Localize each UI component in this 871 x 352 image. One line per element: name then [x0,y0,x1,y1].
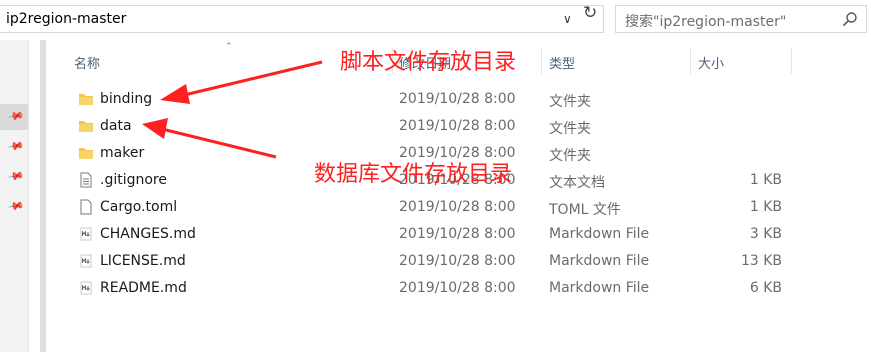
file-type: 文件夹 [549,94,591,110]
file-date: 2019/10/28 8:00 [399,253,516,269]
column-divider[interactable] [791,48,792,74]
annotation-db-dir: 数据库文件存放目录 [314,162,513,187]
pin-icon[interactable]: 📌 [7,197,26,216]
column-header-size[interactable]: 大小 [691,48,791,76]
file-name: binding [100,91,153,107]
nav-scrollbar[interactable] [40,40,46,352]
file-name: .gitignore [100,172,167,188]
search-box[interactable]: 搜索"ip2region-master" [615,5,867,33]
folder-icon [79,121,93,132]
column-header-type-label: 类型 [549,57,576,72]
refresh-icon[interactable]: ↻ [583,3,597,23]
file-name: LICENSE.md [100,253,186,269]
file-name: README.md [100,280,187,296]
file-type: Markdown File [549,253,650,269]
file-size: 13 KB [740,253,782,269]
blank-file-icon [80,199,92,215]
file-name: Cargo.toml [100,199,178,215]
pin-icon[interactable]: 📌 [7,137,26,156]
file-name: data [100,118,132,134]
folder-icon [79,148,93,159]
file-type: Markdown File [549,280,650,296]
file-type: 文本文档 [549,175,605,191]
text-file-icon [80,172,92,188]
file-row[interactable]: data 2019/10/28 8:00 文件夹 [72,113,792,140]
file-type: 文件夹 [549,121,591,137]
column-header-type[interactable]: 类型 [542,48,690,76]
file-row[interactable]: LICENSE.md 2019/10/28 8:00 Markdown File… [72,248,792,275]
search-placeholder: 搜索"ip2region-master" [625,14,787,30]
folder-icon [79,94,93,105]
markdown-file-icon [80,281,92,295]
file-row[interactable]: Cargo.toml 2019/10/28 8:00 TOML 文件 1 KB [72,194,792,221]
column-header-size-label: 大小 [698,57,725,72]
markdown-file-icon [80,227,92,241]
file-size: 1 KB [749,199,782,215]
address-path: ip2region-master [6,11,127,27]
file-date: 2019/10/28 8:00 [399,91,516,107]
markdown-file-icon [80,254,92,268]
file-row[interactable]: binding 2019/10/28 8:00 文件夹 [72,86,792,113]
file-date: 2019/10/28 8:00 [399,280,516,296]
navigation-pane[interactable]: 📌 📌 📌 📌 [0,40,29,352]
file-type: 文件夹 [549,148,591,164]
address-bar[interactable]: ip2region-master ∨ [0,5,604,33]
file-size: 1 KB [749,172,782,188]
column-header-name-label: 名称 [74,57,101,72]
file-name: CHANGES.md [100,226,196,242]
file-date: 2019/10/28 8:00 [399,199,516,215]
file-date: 2019/10/28 8:00 [399,118,516,134]
file-row[interactable]: README.md 2019/10/28 8:00 Markdown File … [72,275,792,302]
file-size: 6 KB [749,280,782,296]
chevron-down-icon[interactable]: ∨ [563,12,572,26]
annotation-script-dir: 脚本文件存放目录 [340,50,517,75]
file-row[interactable]: CHANGES.md 2019/10/28 8:00 Markdown File… [72,221,792,248]
file-size: 3 KB [749,226,782,242]
search-icon[interactable] [842,11,858,27]
pin-icon[interactable]: 📌 [7,167,26,186]
file-type: TOML 文件 [549,202,621,218]
file-type: Markdown File [549,226,650,242]
file-date: 2019/10/28 8:00 [399,226,516,242]
file-name: maker [100,145,145,161]
